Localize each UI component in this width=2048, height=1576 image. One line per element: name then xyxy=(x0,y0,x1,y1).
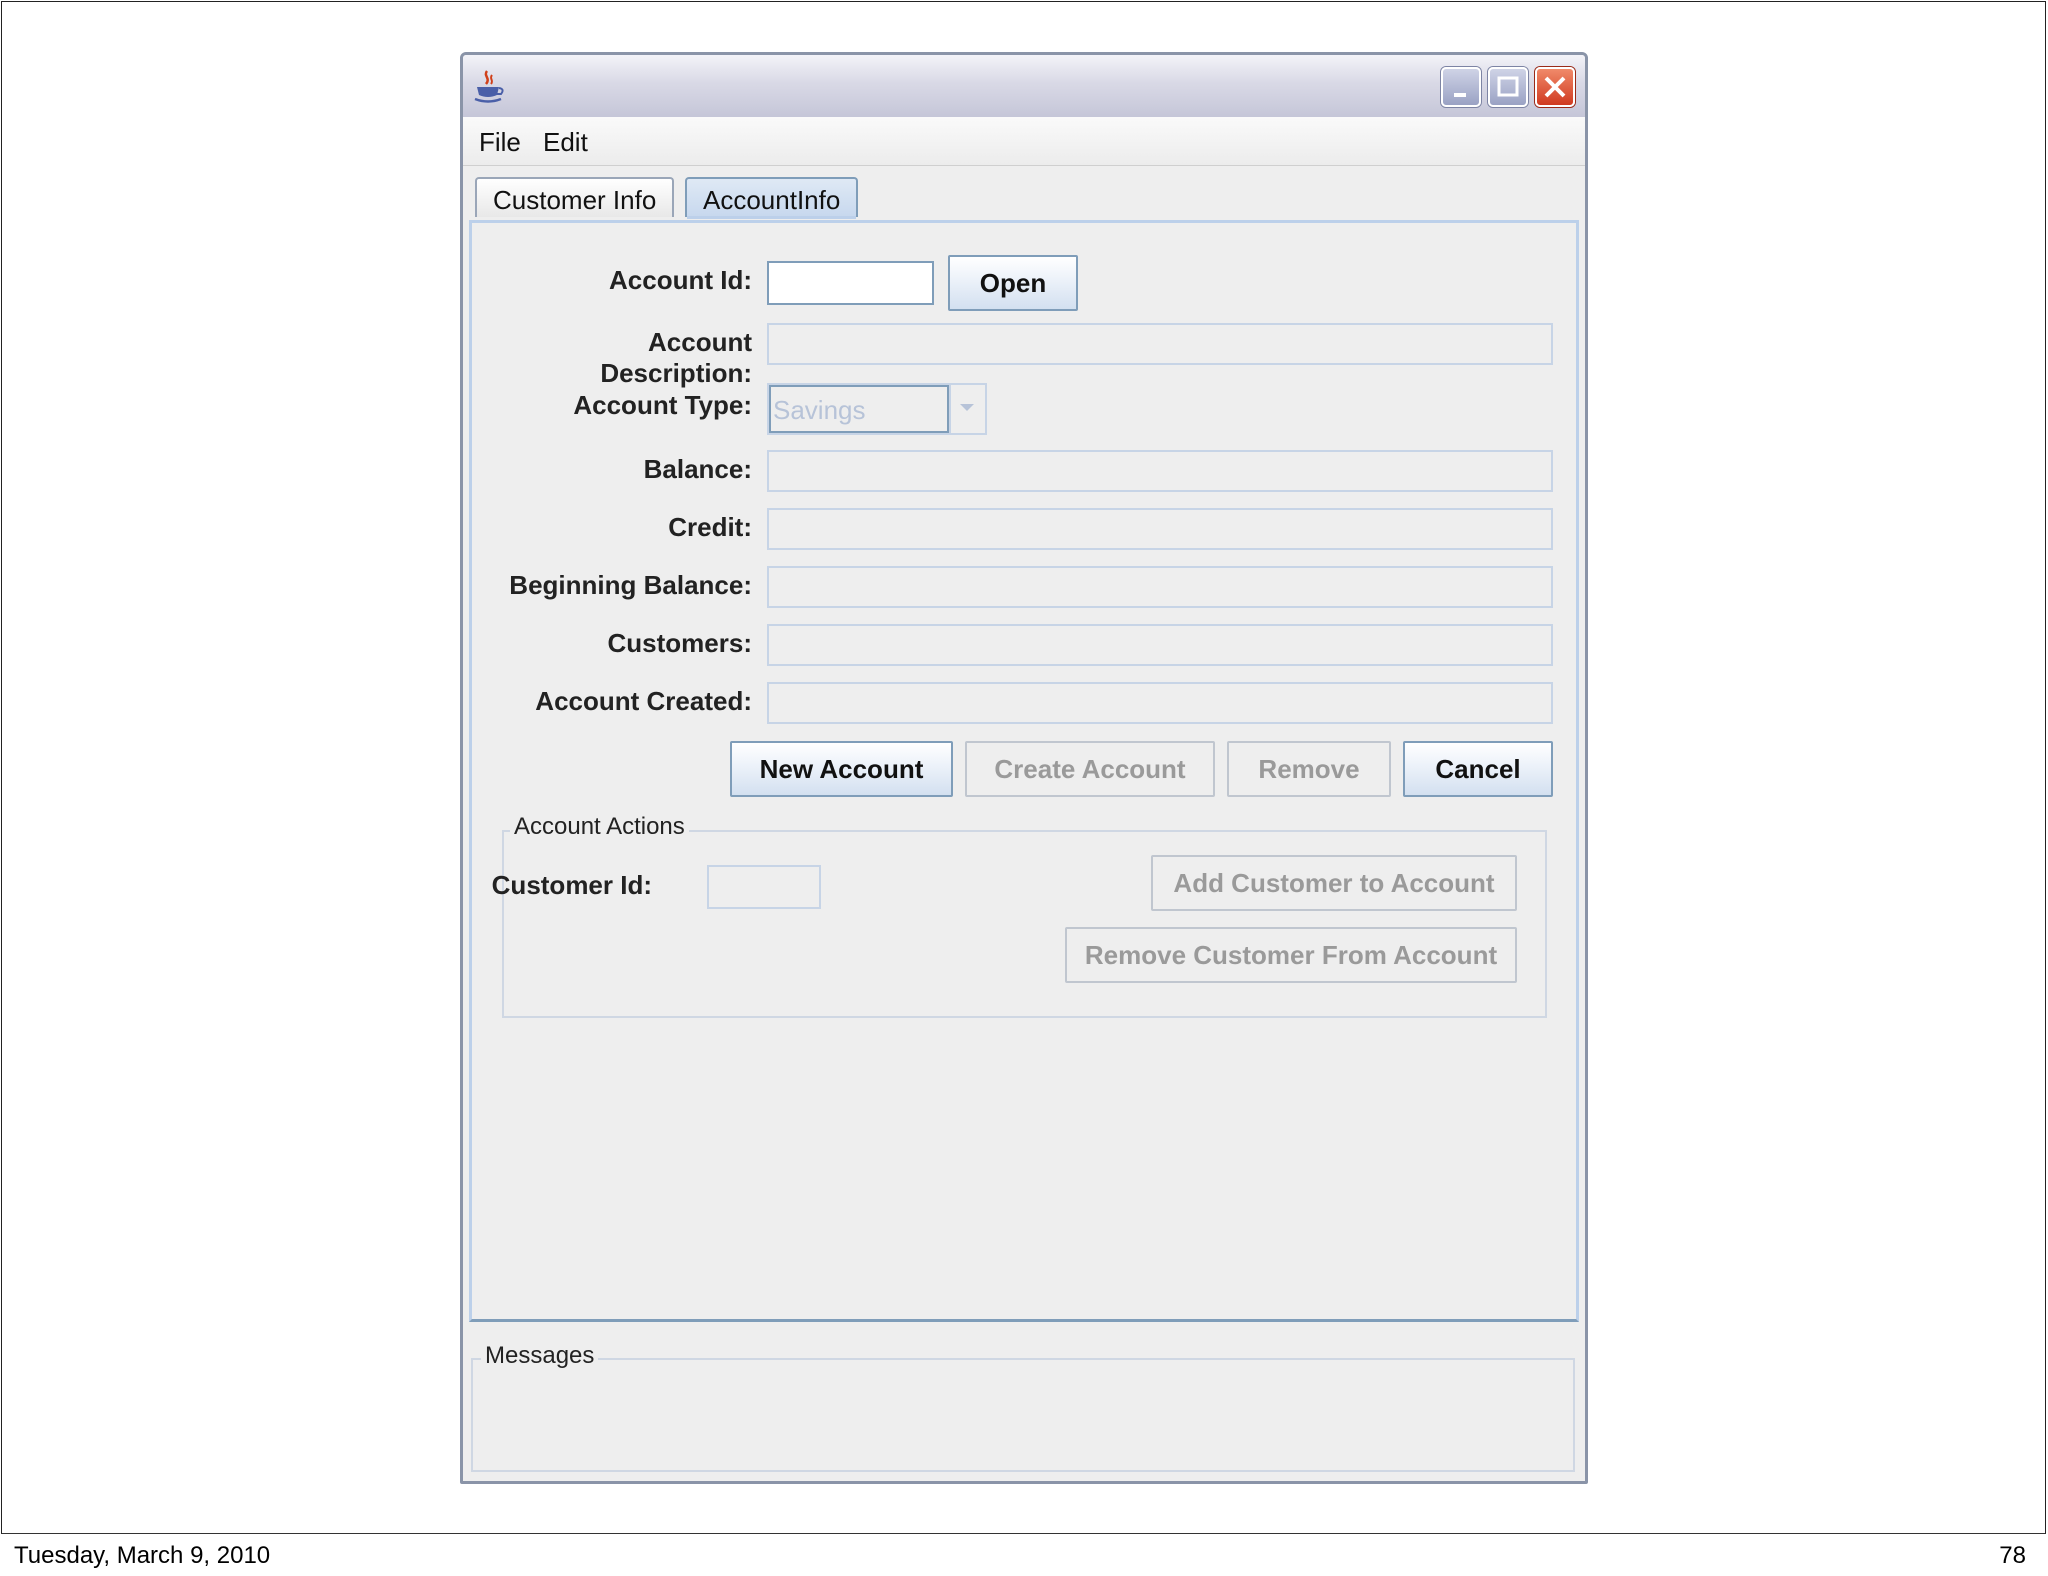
remove-button[interactable]: Remove xyxy=(1227,741,1391,797)
menu-edit[interactable]: Edit xyxy=(543,127,588,158)
messages-panel xyxy=(471,1358,1575,1472)
menu-file[interactable]: File xyxy=(479,127,521,158)
account-description-label: Account Description: xyxy=(600,327,752,388)
app-window: File Edit Customer Info AccountInfo Acco… xyxy=(460,52,1588,1484)
credit-label: Credit: xyxy=(668,512,752,542)
customers-field[interactable] xyxy=(767,624,1553,666)
customer-id-label: Customer Id: xyxy=(491,870,652,900)
credit-field[interactable] xyxy=(767,508,1553,550)
java-coffee-icon xyxy=(474,70,504,103)
chevron-down-icon xyxy=(960,404,974,411)
account-description-field[interactable] xyxy=(767,323,1553,365)
menu-bar: File Edit xyxy=(463,117,1585,166)
new-account-button[interactable]: New Account xyxy=(730,741,953,797)
tab-customer-info[interactable]: Customer Info xyxy=(475,177,675,217)
remove-customer-button[interactable]: Remove Customer From Account xyxy=(1065,927,1517,983)
account-created-label: Account Created: xyxy=(535,686,752,716)
close-icon xyxy=(1544,76,1566,98)
maximize-icon xyxy=(1497,76,1519,97)
balance-field[interactable] xyxy=(767,450,1553,492)
beginning-balance-field[interactable] xyxy=(767,566,1553,608)
close-button[interactable] xyxy=(1535,67,1575,107)
messages-title: Messages xyxy=(481,1342,599,1370)
account-id-label: Account Id: xyxy=(609,265,752,295)
customer-id-input[interactable] xyxy=(707,865,821,909)
account-type-select[interactable]: Savings xyxy=(767,383,987,435)
account-type-value: Savings xyxy=(773,395,866,425)
minimize-icon xyxy=(1454,93,1466,97)
maximize-button[interactable] xyxy=(1488,67,1528,107)
add-customer-button[interactable]: Add Customer to Account xyxy=(1151,855,1517,911)
footer-date: Tuesday, March 9, 2010 xyxy=(14,1542,271,1569)
open-button[interactable]: Open xyxy=(948,255,1078,311)
customers-label: Customers: xyxy=(607,628,752,658)
title-bar[interactable] xyxy=(463,55,1585,118)
cancel-button[interactable]: Cancel xyxy=(1403,741,1553,797)
account-type-label: Account Type: xyxy=(573,390,752,420)
balance-label: Balance: xyxy=(643,454,752,484)
page-number: 78 xyxy=(1999,1542,2026,1569)
minimize-button[interactable] xyxy=(1441,67,1481,107)
create-account-button[interactable]: Create Account xyxy=(965,741,1215,797)
account-info-panel: Account Id: Open Account Description: Ac… xyxy=(469,220,1579,1322)
account-actions-title: Account Actions xyxy=(510,813,689,841)
tab-account-info[interactable]: AccountInfo xyxy=(685,177,859,219)
combo-arrow-button[interactable] xyxy=(949,385,985,433)
account-id-input[interactable] xyxy=(767,261,934,305)
account-created-field[interactable] xyxy=(767,682,1553,724)
beginning-balance-label: Beginning Balance: xyxy=(509,570,752,600)
